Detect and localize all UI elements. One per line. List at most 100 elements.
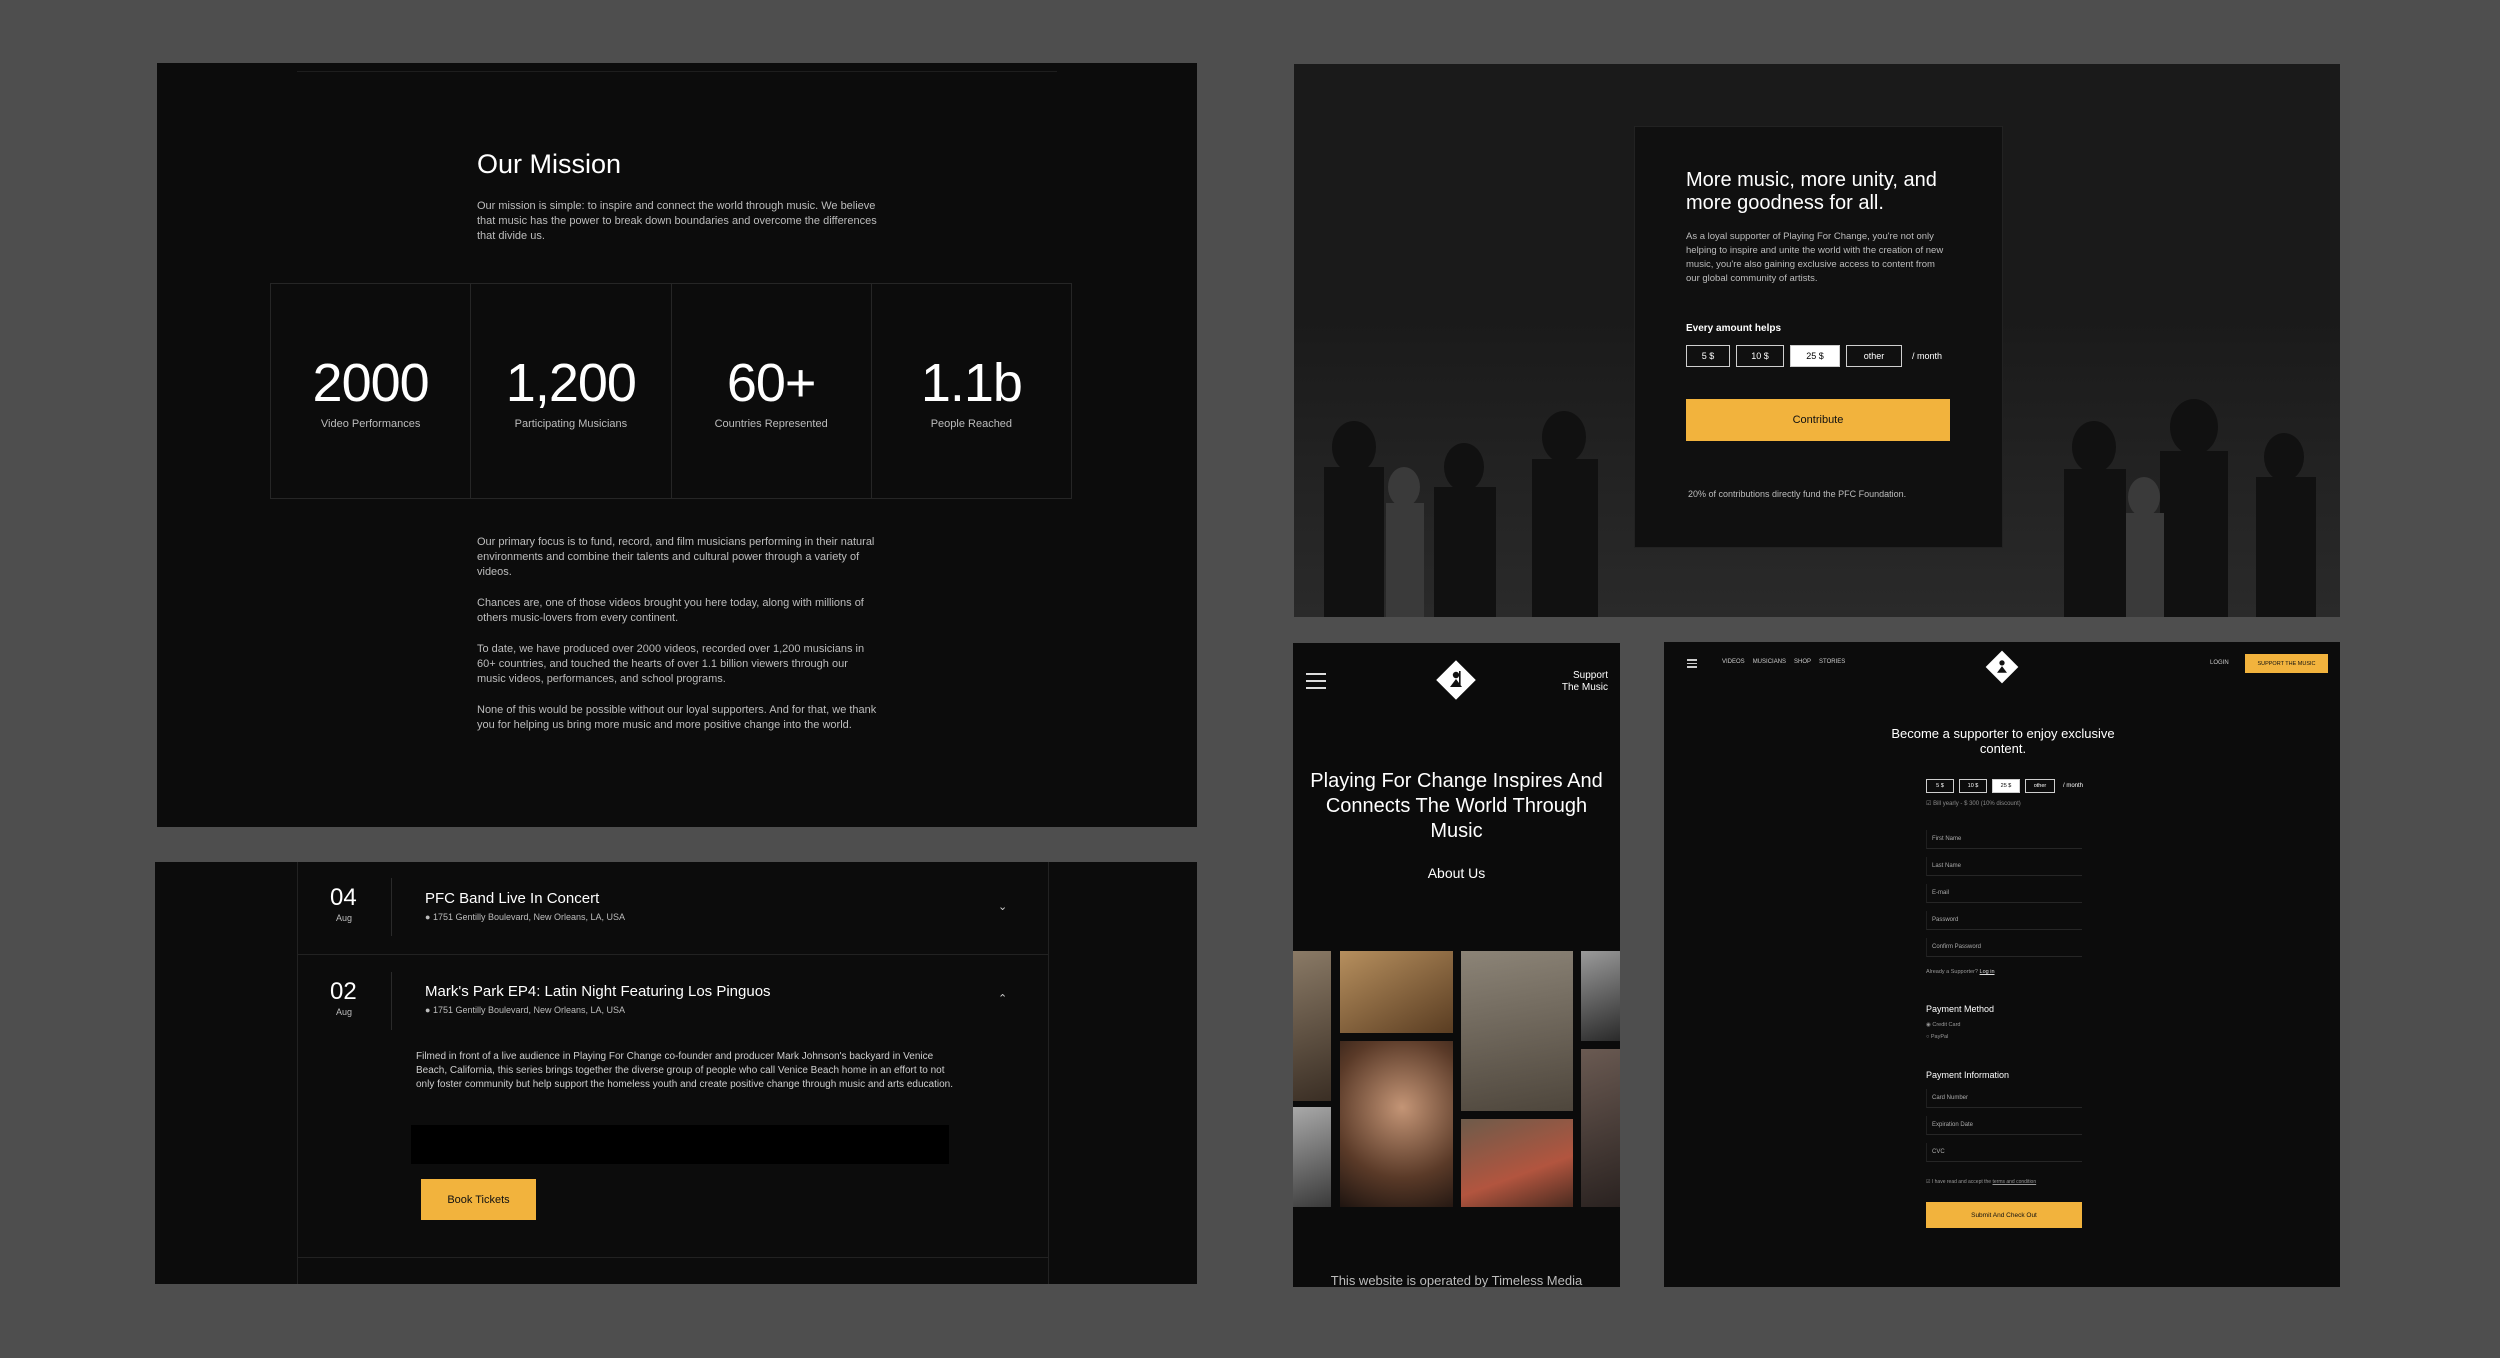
mission-panel: Our Mission Our mission is simple: to in… xyxy=(157,63,1197,827)
terms-link[interactable]: terms and condition xyxy=(1992,1179,2036,1185)
events-list: 04 Aug PFC Band Live In Concert ● 1751 G… xyxy=(297,862,1049,1284)
musician-photo xyxy=(1461,1119,1573,1207)
divider xyxy=(391,878,392,936)
stat-label: People Reached xyxy=(930,418,1013,430)
support-the-music-link[interactable]: Support The Music xyxy=(1562,670,1608,694)
stat-people: 1.1b People Reached xyxy=(872,284,1071,498)
expiration-date-field[interactable]: Expiration Date xyxy=(1926,1116,2082,1135)
radio-icon: ○ xyxy=(1926,1034,1930,1040)
musician-photo xyxy=(1581,951,1620,1041)
video-embed[interactable] xyxy=(411,1125,949,1164)
paragraph: None of this would be possible without o… xyxy=(477,704,877,731)
agree-text: I have read and accept the xyxy=(1931,1179,1992,1185)
email-field[interactable]: E-mail xyxy=(1926,884,2082,903)
musician-photo xyxy=(1340,951,1453,1033)
contribute-panel: More music, more unity, and more goodnes… xyxy=(1294,64,2340,617)
stat-value: 60+ xyxy=(726,353,817,413)
last-name-field[interactable]: Last Name xyxy=(1926,857,2082,876)
contribute-card: More music, more unity, and more goodnes… xyxy=(1634,126,2003,548)
nav-links: VIDEOS MUSICIANS SHOP STORIES xyxy=(1722,659,1845,665)
nav-stories[interactable]: STORIES xyxy=(1819,659,1845,665)
checkbox-icon: ☑ xyxy=(1926,801,1932,807)
nav-videos[interactable]: VIDEOS xyxy=(1722,659,1745,665)
musician-photo xyxy=(1581,1049,1620,1207)
stat-label: Participating Musicians xyxy=(514,418,628,430)
event-name: Mark's Park EP4: Latin Night Featuring L… xyxy=(425,983,771,1000)
card-number-field[interactable]: Card Number xyxy=(1926,1089,2082,1108)
book-tickets-button[interactable]: Book Tickets xyxy=(421,1179,536,1220)
bill-yearly-checkbox[interactable]: ☑ Bill yearly - $ 300 (10% discount) xyxy=(1926,800,2021,807)
contribute-description: As a loyal supporter of Playing For Chan… xyxy=(1686,231,1944,284)
top-nav: VIDEOS MUSICIANS SHOP STORIES LOGIN SUPP… xyxy=(1664,642,2340,684)
radio-label: PayPal xyxy=(1930,1034,1949,1040)
chevron-down-icon[interactable]: ⌄ xyxy=(998,900,1007,913)
checkbox-icon: ☑ xyxy=(1926,1179,1931,1185)
about-us-link[interactable]: About Us xyxy=(1293,865,1620,881)
amount-25-button[interactable]: 25 $ xyxy=(1992,779,2020,793)
event-description: Filmed in front of a live audience in Pl… xyxy=(416,1051,953,1090)
signup-panel: VIDEOS MUSICIANS SHOP STORIES LOGIN SUPP… xyxy=(1664,642,2340,1287)
divider xyxy=(297,71,1057,72)
payment-method-heading: Payment Method xyxy=(1926,1004,1995,1014)
nav-shop[interactable]: SHOP xyxy=(1794,659,1811,665)
already-text: Already a Supporter? xyxy=(1926,969,1978,975)
per-month-label: / month xyxy=(2063,783,2084,789)
contribute-button[interactable]: Contribute xyxy=(1686,399,1950,441)
mobile-panel: Support The Music Playing For Change Insp… xyxy=(1293,643,1620,1287)
musician-photo xyxy=(1293,951,1331,1101)
submit-checkout-button[interactable]: Submit And Check Out xyxy=(1926,1202,2082,1228)
paypal-radio[interactable]: ○ PayPal xyxy=(1926,1034,1948,1040)
mission-intro: Our mission is simple: to inspire and co… xyxy=(477,200,877,242)
per-month-label: / month xyxy=(1912,351,1943,361)
location-pin-icon: ● xyxy=(425,1005,431,1015)
support-line: Support xyxy=(1572,670,1608,681)
amount-10-button[interactable]: 10 $ xyxy=(1959,779,1987,793)
menu-icon[interactable] xyxy=(1687,659,1697,670)
stat-value: 1,200 xyxy=(505,353,637,413)
amount-selector: 5 $ 10 $ 25 $ other / month xyxy=(1926,779,2083,793)
stat-countries: 60+ Countries Represented xyxy=(672,284,872,498)
paragraph: Chances are, one of those videos brought… xyxy=(477,597,864,624)
amount-25-button[interactable]: 25 $ xyxy=(1790,345,1840,367)
first-name-field[interactable]: First Name xyxy=(1926,830,2082,849)
amount-other-button[interactable]: other xyxy=(2025,779,2055,793)
support-line: The Music xyxy=(1561,682,1608,693)
stat-label: Countries Represented xyxy=(714,418,828,430)
credit-card-radio[interactable]: ◉ Credit Card xyxy=(1926,1022,1960,1028)
support-the-music-button[interactable]: SUPPORT THE MUSIC xyxy=(2245,654,2328,673)
musician-photo xyxy=(1461,951,1573,1111)
confirm-password-field[interactable]: Confirm Password xyxy=(1926,938,2082,957)
payment-info-heading: Payment Information xyxy=(1926,1070,2010,1080)
event-location: ● 1751 Gentilly Boulevard, New Orleans, … xyxy=(425,1005,625,1015)
signup-headline: Become a supporter to enjoy exclusive co… xyxy=(1891,726,2115,756)
already-supporter: Already a Supporter? Log in xyxy=(1926,969,1995,975)
mission-body: Our primary focus is to fund, record, an… xyxy=(477,535,877,749)
pfc-logo-icon[interactable] xyxy=(1983,648,2021,686)
mission-title: Our Mission xyxy=(477,149,622,179)
events-panel: 04 Aug PFC Band Live In Concert ● 1751 G… xyxy=(155,862,1197,1284)
stats-grid: 2000 Video Performances 1,200 Participatin… xyxy=(270,283,1072,499)
amount-other-button[interactable]: other xyxy=(1846,345,1902,367)
musician-photo xyxy=(1293,1107,1331,1207)
nav-musicians[interactable]: MUSICIANS xyxy=(1753,659,1786,665)
login-link[interactable]: LOGIN xyxy=(2210,660,2229,666)
hero-heading: Playing For Change Inspires And Connects… xyxy=(1310,770,1603,842)
password-field[interactable]: Password xyxy=(1926,911,2082,930)
contribute-headline: More music, more unity, and more goodnes… xyxy=(1686,169,1937,214)
pfc-logo-icon[interactable] xyxy=(1433,657,1479,703)
chevron-up-icon[interactable]: ⌃ xyxy=(998,992,1007,1005)
amount-10-button[interactable]: 10 $ xyxy=(1736,345,1784,367)
amount-5-button[interactable]: 5 $ xyxy=(1926,779,1954,793)
terms-checkbox[interactable]: ☑ I have read and accept the terms and c… xyxy=(1926,1179,2036,1185)
event-name: PFC Band Live In Concert xyxy=(425,890,600,907)
amount-5-button[interactable]: 5 $ xyxy=(1686,345,1730,367)
amount-selector: 5 $ 10 $ 25 $ other / month xyxy=(1686,345,1942,367)
photo-grid xyxy=(1293,951,1620,1207)
divider xyxy=(298,954,1048,955)
singer-photo xyxy=(1340,1041,1453,1207)
stat-value: 1.1b xyxy=(920,353,1023,413)
event-month: Aug xyxy=(336,1007,353,1017)
cvc-field[interactable]: CVC xyxy=(1926,1143,2082,1162)
menu-icon[interactable] xyxy=(1306,673,1326,694)
login-link[interactable]: Log in xyxy=(1980,969,1995,975)
